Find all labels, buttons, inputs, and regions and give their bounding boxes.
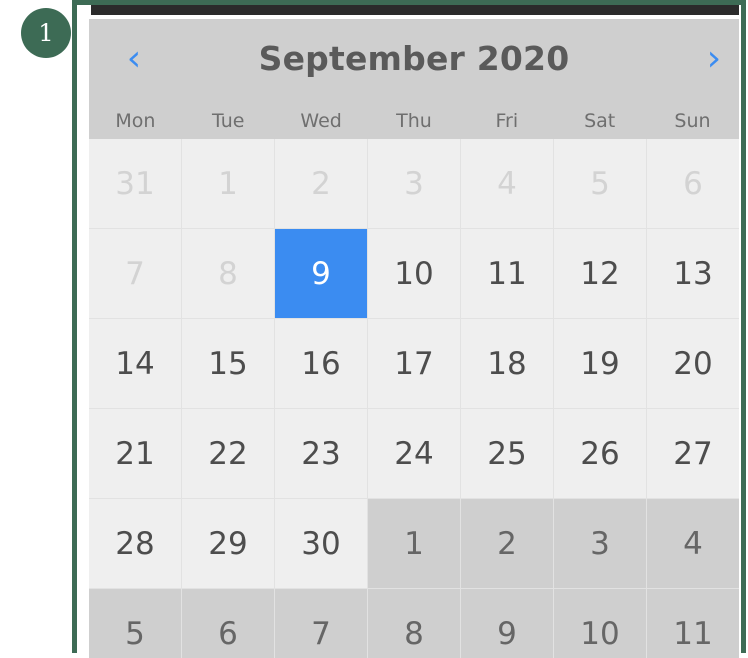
day-cell[interactable]: 4	[461, 139, 553, 228]
day-cell[interactable]: 31	[89, 139, 181, 228]
day-cell[interactable]: 22	[182, 409, 274, 498]
day-cell[interactable]: 24	[368, 409, 460, 498]
day-cell[interactable]: 28	[89, 499, 181, 588]
day-cell[interactable]: 14	[89, 319, 181, 408]
weekday-label: Wed	[300, 110, 342, 132]
day-cell[interactable]: 7	[275, 589, 367, 658]
day-cell[interactable]: 2	[461, 499, 553, 588]
day-cell[interactable]: 5	[89, 589, 181, 658]
day-cell[interactable]: 30	[275, 499, 367, 588]
weekday-label: Fri	[495, 110, 519, 132]
day-cell[interactable]: 1	[368, 499, 460, 588]
day-cell[interactable]: 9	[461, 589, 553, 658]
day-cell[interactable]: 6	[182, 589, 274, 658]
day-cell[interactable]: 13	[647, 229, 739, 318]
day-cell[interactable]: 17	[368, 319, 460, 408]
day-cell[interactable]: 2	[275, 139, 367, 228]
top-bar	[91, 5, 739, 17]
calendar-frame: ‹ September 2020 › Mon Tue Wed Thu Fri S…	[72, 0, 746, 658]
day-cell[interactable]: 10	[554, 589, 646, 658]
day-cell[interactable]: 16	[275, 319, 367, 408]
day-cell[interactable]: 19	[554, 319, 646, 408]
calendar-widget: ‹ September 2020 › Mon Tue Wed Thu Fri S…	[89, 19, 739, 658]
weekday-label: Thu	[396, 110, 432, 132]
weekday-label: Sun	[674, 110, 711, 132]
day-cell[interactable]: 23	[275, 409, 367, 498]
weekday-label: Tue	[212, 110, 245, 132]
day-cell[interactable]: 12	[554, 229, 646, 318]
day-cell[interactable]: 3	[554, 499, 646, 588]
day-cell[interactable]: 11	[461, 229, 553, 318]
day-cell[interactable]: 5	[554, 139, 646, 228]
day-cell[interactable]: 29	[182, 499, 274, 588]
day-grid: 31 1 2 3 4 5 6 7 8 9 10 11 12 13 14 15 16 17 18 19 20 21 22 23 2…	[89, 139, 739, 658]
day-cell[interactable]: 18	[461, 319, 553, 408]
day-cell[interactable]: 6	[647, 139, 739, 228]
month-title: September 2020	[258, 39, 570, 78]
day-cell[interactable]: 4	[647, 499, 739, 588]
day-cell[interactable]: 27	[647, 409, 739, 498]
day-cell[interactable]: 20	[647, 319, 739, 408]
day-cell[interactable]: 10	[368, 229, 460, 318]
day-cell[interactable]: 1	[182, 139, 274, 228]
day-cell[interactable]: 11	[647, 589, 739, 658]
day-cell-selected[interactable]: 9	[275, 229, 367, 318]
day-cell[interactable]: 25	[461, 409, 553, 498]
weekday-label: Sat	[584, 110, 616, 132]
day-cell[interactable]: 21	[89, 409, 181, 498]
calendar-header: ‹ September 2020 ›	[89, 19, 739, 103]
chevron-right-icon[interactable]: ›	[694, 39, 734, 79]
day-cell[interactable]: 26	[554, 409, 646, 498]
weekday-label: Mon	[115, 110, 156, 132]
day-cell[interactable]: 7	[89, 229, 181, 318]
day-cell[interactable]: 15	[182, 319, 274, 408]
day-cell[interactable]: 8	[368, 589, 460, 658]
weekday-header-row: Mon Tue Wed Thu Fri Sat Sun	[89, 103, 739, 139]
step-number-badge: 1	[21, 8, 71, 58]
day-cell[interactable]: 3	[368, 139, 460, 228]
day-cell[interactable]: 8	[182, 229, 274, 318]
